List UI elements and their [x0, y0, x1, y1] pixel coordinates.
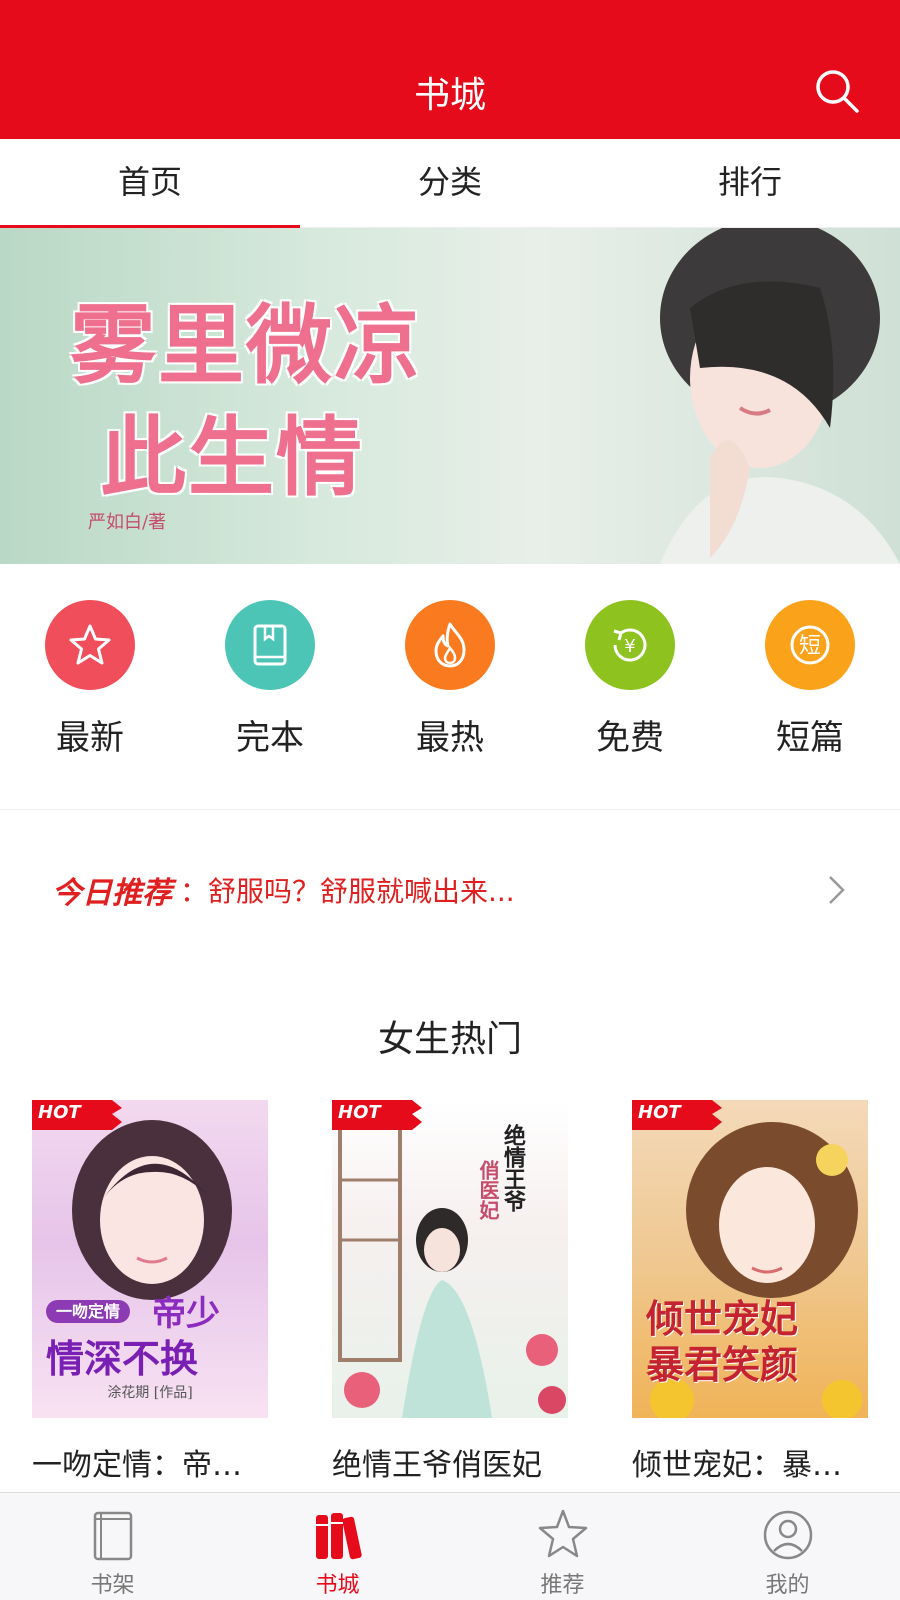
chevron-right-icon — [829, 876, 845, 904]
tab-ranking[interactable]: 排行 — [600, 139, 900, 227]
banner-carousel[interactable]: 雾里微凉 此生情 严如白/著 — [0, 228, 900, 564]
bookshelf-icon — [93, 1511, 132, 1561]
hot-label: HOT — [338, 1102, 381, 1123]
nav-label: 推荐 — [540, 1573, 585, 1598]
category-label: 最新 — [56, 718, 124, 758]
book-cover[interactable]: HOT 一吻定情 帝少 情深不换 涂花期 [作品] — [32, 1100, 268, 1418]
bookstore-icon — [315, 1513, 362, 1560]
hot-label: HOT — [638, 1102, 681, 1123]
star-outline-icon — [538, 1509, 587, 1558]
star-icon — [45, 600, 135, 690]
nav-label: 书城 — [315, 1573, 360, 1598]
category-label: 短篇 — [776, 718, 844, 758]
book-card[interactable]: HOT 倾世宠妃 暴君笑颜 倾世宠妃：暴… — [632, 1100, 868, 1484]
book-card[interactable]: HOT 一吻定情 帝少 情深不换 涂花期 [作品] 一吻定情：帝… — [32, 1100, 268, 1484]
book-list: HOT 一吻定情 帝少 情深不换 涂花期 [作品] 一吻定情：帝… HOT 绝情… — [32, 1100, 868, 1484]
category-shortcuts: 最新 完本 最热 ¥ 免费 短 短篇 — [0, 600, 900, 810]
recommendation-text: ：舒服吗？舒服就喊出来... — [180, 875, 515, 908]
cover-tag: 一吻定情 — [46, 1300, 131, 1323]
tab-label: 首页 — [117, 163, 182, 201]
yen-refresh-icon: ¥ — [585, 600, 675, 690]
category-label: 完本 — [236, 718, 304, 758]
recommendation-prefix: 今日推荐 — [52, 876, 172, 911]
cover-text: 俏医妃 — [476, 1160, 500, 1220]
search-icon[interactable] — [814, 68, 860, 114]
book-title[interactable]: 绝情王爷俏医妃 — [332, 1440, 568, 1484]
banner-title: 雾里微凉 此生情 — [70, 295, 422, 508]
category-short[interactable]: 短 短篇 — [765, 600, 855, 809]
category-newest[interactable]: 最新 — [45, 600, 135, 809]
book-title[interactable]: 一吻定情：帝… — [32, 1440, 268, 1484]
banner-author: 严如白/著 — [88, 512, 167, 533]
cover-text: 暴君笑颜 — [646, 1342, 799, 1387]
tab-label: 分类 — [417, 163, 482, 201]
short-icon: 短 — [765, 600, 855, 690]
profile-icon — [763, 1510, 812, 1560]
cover-text: 绝情王爷 — [500, 1124, 526, 1212]
flame-icon — [405, 600, 495, 690]
book-cover[interactable]: HOT 倾世宠妃 暴君笑颜 — [632, 1100, 868, 1418]
section-title: 女生热门 — [377, 1019, 522, 1060]
today-recommendation[interactable]: 今日推荐 ：舒服吗？舒服就喊出来... — [0, 850, 900, 930]
book-card[interactable]: HOT 绝情王爷 俏医妃 绝情王爷俏医妃 — [332, 1100, 568, 1484]
tab-home[interactable]: 首页 — [0, 139, 300, 227]
category-completed[interactable]: 完本 — [225, 600, 315, 809]
nav-recommend[interactable]: 推荐 — [450, 1493, 675, 1600]
nav-bookstore[interactable]: 书城 — [225, 1493, 450, 1600]
nav-label: 我的 — [765, 1573, 810, 1598]
top-tabs: 首页 分类 排行 — [0, 139, 900, 228]
cover-text: 情深不换 — [46, 1336, 199, 1381]
tab-category[interactable]: 分类 — [300, 139, 600, 227]
banner-illustration — [660, 228, 900, 564]
category-label: 免费 — [596, 718, 664, 758]
bottom-navigation: 书架 书城 推荐 我的 — [0, 1492, 900, 1600]
svg-text:¥: ¥ — [624, 636, 635, 657]
category-free[interactable]: ¥ 免费 — [585, 600, 675, 809]
book-icon — [225, 600, 315, 690]
svg-text:短: 短 — [799, 634, 821, 659]
nav-bookshelf[interactable]: 书架 — [0, 1493, 225, 1600]
nav-label: 书架 — [90, 1573, 135, 1598]
tab-label: 排行 — [717, 163, 782, 201]
category-label: 最热 — [416, 718, 484, 758]
nav-profile[interactable]: 我的 — [675, 1493, 900, 1600]
header: 书城 — [0, 0, 900, 139]
category-hottest[interactable]: 最热 — [405, 600, 495, 809]
page-title: 书城 — [413, 75, 486, 116]
book-cover[interactable]: HOT 绝情王爷 俏医妃 — [332, 1100, 568, 1418]
cover-author: 涂花期 [作品] — [107, 1385, 193, 1401]
hot-label: HOT — [38, 1102, 81, 1123]
book-title[interactable]: 倾世宠妃：暴… — [632, 1440, 868, 1484]
